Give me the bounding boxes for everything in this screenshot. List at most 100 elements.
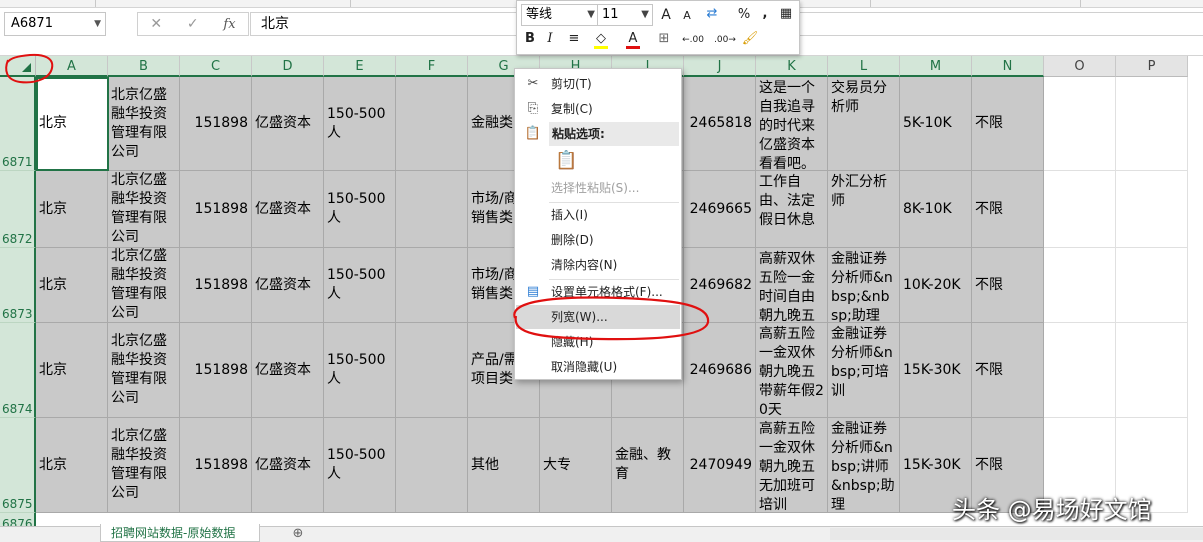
table-cell[interactable]: 不限 [972,171,1044,248]
column-header-c[interactable]: C [180,56,252,77]
table-cell[interactable]: 北京 [36,77,108,171]
table-cell[interactable]: 北京亿盛融华投资管理有限公司 [108,171,180,248]
number-format-icon[interactable]: ⇄ [701,4,723,24]
table-cell[interactable]: 高薪五险一金双休朝九晚五无加班可培训 [756,418,828,513]
row-header[interactable]: 6874 [0,323,36,418]
table-cell[interactable]: 亿盛资本 [252,248,324,323]
column-header-o[interactable]: O [1044,56,1116,77]
table-cell[interactable]: 亿盛资本 [252,171,324,248]
table-cell[interactable]: 151898 [180,418,252,513]
table-cell[interactable] [396,418,468,513]
bold-button[interactable]: B [523,29,537,49]
row-header[interactable]: 6871 [0,77,36,171]
table-cell[interactable] [1116,323,1188,418]
table-cell[interactable] [396,248,468,323]
row-header[interactable]: 6872 [0,171,36,248]
table-cell[interactable]: 金融证券分析师&nbsp;&nbsp;助理 [828,248,900,323]
menu-item-copy[interactable]: ⎘ 复制(C) [516,97,680,121]
table-cell[interactable]: 150-500人 [324,171,396,248]
table-cell[interactable]: 亿盛资本 [252,323,324,418]
table-cell[interactable]: 150-500人 [324,418,396,513]
table-cell[interactable]: 高薪五险一金双休朝九晚五带薪年假20天 [756,323,828,418]
table-cell[interactable] [1116,171,1188,248]
table-cell[interactable] [1116,248,1188,323]
column-header-e[interactable]: E [324,56,396,77]
table-cell[interactable]: 150-500人 [324,77,396,171]
comma-button[interactable]: , [759,4,771,24]
table-cell[interactable]: 北京亿盛融华投资管理有限公司 [108,77,180,171]
table-cell[interactable]: 工作自由、法定假日休息 [756,171,828,248]
column-header-k[interactable]: K [756,56,828,77]
column-header-d[interactable]: D [252,56,324,77]
table-cell[interactable]: 大专 [540,418,612,513]
table-cell[interactable]: 2469682 [684,248,756,323]
column-header-j[interactable]: J [684,56,756,77]
merge-icon[interactable]: ▦ [777,4,795,24]
column-header-f[interactable]: F [396,56,468,77]
table-cell[interactable]: 北京亿盛融华投资管理有限公司 [108,418,180,513]
table-cell[interactable]: 亿盛资本 [252,418,324,513]
table-cell[interactable]: 北京亿盛融华投资管理有限公司 [108,248,180,323]
add-sheet-button[interactable]: ⊕ [290,527,306,541]
table-cell[interactable] [396,77,468,171]
table-cell[interactable]: 金融证券分析师&nbsp;讲师&nbsp;助理 [828,418,900,513]
table-cell[interactable]: 北京亿盛融华投资管理有限公司 [108,323,180,418]
italic-button[interactable]: I [543,29,557,49]
increase-decimal-button[interactable]: ←.00 [679,30,707,50]
table-cell[interactable]: 北京 [36,323,108,418]
table-cell[interactable]: 其他 [468,418,540,513]
menu-item-clear-contents[interactable]: 清除内容(N) [516,253,680,277]
table-cell[interactable]: 北京 [36,248,108,323]
format-painter-icon[interactable]: 🖌 [741,29,759,49]
table-cell[interactable]: 北京 [36,171,108,248]
table-cell[interactable]: 北京 [36,418,108,513]
fx-icon[interactable]: fx [223,17,235,32]
menu-item-column-width[interactable]: 列宽(W)... [516,305,680,329]
table-cell[interactable] [1044,77,1116,171]
chevron-down-icon[interactable]: ▼ [641,5,649,25]
font-name-box[interactable]: 等线 ▼ [521,4,599,26]
menu-item-unhide[interactable]: 取消隐藏(U) [516,355,680,379]
column-header-a[interactable]: A [36,56,108,77]
decrease-decimal-button[interactable]: .00→ [711,30,739,50]
table-cell[interactable]: 8K-10K [900,171,972,248]
menu-item-insert[interactable]: 插入(I) [516,203,680,227]
table-cell[interactable]: 不限 [972,248,1044,323]
table-cell[interactable] [1044,323,1116,418]
row-header[interactable]: 6873 [0,248,36,323]
table-cell[interactable]: 2470949 [684,418,756,513]
table-cell[interactable]: 不限 [972,323,1044,418]
table-cell[interactable]: 交易员分析师 [828,77,900,171]
table-cell[interactable]: 这是一个自我追寻的时代来亿盛资本看看吧。 [756,77,828,171]
column-header-n[interactable]: N [972,56,1044,77]
paste-option-button[interactable]: 📋 [516,149,680,179]
table-cell[interactable]: 15K-30K [900,323,972,418]
font-size-box[interactable]: 11 ▼ [597,4,653,26]
grow-font-button[interactable]: A [657,5,675,25]
table-cell[interactable]: 151898 [180,248,252,323]
sheet-tab[interactable]: 招聘网站数据-原始数据 [100,524,260,542]
table-cell[interactable]: 150-500人 [324,248,396,323]
cancel-icon[interactable]: ✕ [150,16,162,32]
fill-color-icon[interactable]: ◇ [589,29,613,49]
table-cell[interactable] [1044,248,1116,323]
row-header[interactable]: 6875 [0,418,36,513]
table-cell[interactable]: 151898 [180,77,252,171]
row-header[interactable]: 6876 [0,513,36,526]
select-all-button[interactable] [0,56,36,77]
menu-item-cut[interactable]: ✂ 剪切(T) [516,72,680,96]
column-header-b[interactable]: B [108,56,180,77]
table-cell[interactable] [396,171,468,248]
table-cell[interactable]: 不限 [972,77,1044,171]
table-cell[interactable]: 金融、教育 [612,418,684,513]
table-cell[interactable]: 10K-20K [900,248,972,323]
column-header-p[interactable]: P [1116,56,1188,77]
table-cell[interactable] [1044,171,1116,248]
table-cell[interactable]: 5K-10K [900,77,972,171]
column-header-l[interactable]: L [828,56,900,77]
chevron-down-icon[interactable]: ▼ [94,13,101,35]
table-cell[interactable]: 2469686 [684,323,756,418]
align-center-icon[interactable]: ≡ [565,29,583,49]
table-cell[interactable]: 2469665 [684,171,756,248]
percent-button[interactable]: % [735,5,753,25]
